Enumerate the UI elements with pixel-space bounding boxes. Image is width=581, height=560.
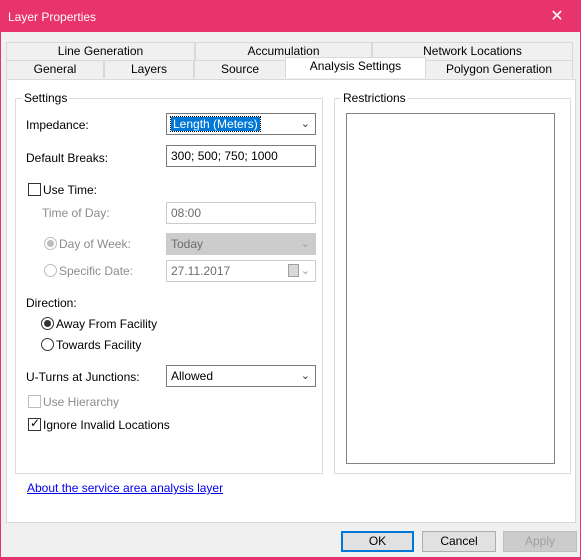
- uturns-label: U-Turns at Junctions:: [26, 370, 140, 384]
- time-of-day-input[interactable]: 08:00: [166, 202, 316, 224]
- use-hierarchy-label: Use Hierarchy: [43, 395, 120, 409]
- chevron-down-icon: ⌄: [300, 118, 310, 130]
- radio-dot: [44, 320, 51, 327]
- day-of-week-radio[interactable]: [44, 237, 57, 250]
- chevron-down-icon: ⌄: [300, 238, 310, 250]
- towards-facility-radio[interactable]: [41, 338, 54, 351]
- tab-source[interactable]: Source: [194, 60, 286, 78]
- specific-date-label: Specific Date:: [59, 264, 134, 278]
- away-from-facility-radio[interactable]: [41, 317, 54, 330]
- tab-polygon-generation[interactable]: Polygon Generation: [425, 60, 573, 78]
- layer-properties-window: Layer Properties ✕ Line Generation Accum…: [0, 0, 581, 560]
- chevron-down-icon[interactable]: ⌄: [301, 261, 310, 281]
- check-icon: ✓: [30, 416, 41, 430]
- restrictions-group-title: Restrictions: [341, 91, 408, 105]
- ok-button[interactable]: OK: [341, 531, 414, 552]
- specific-date-picker[interactable]: 27.11.2017 ⌄: [166, 260, 316, 282]
- close-icon[interactable]: ✕: [534, 1, 580, 32]
- default-breaks-input[interactable]: 300; 500; 750; 1000: [166, 145, 316, 167]
- analysis-settings-panel: Settings Impedance: Length (Meters) ⌄ De…: [6, 79, 576, 523]
- title-bar: Layer Properties ✕: [1, 1, 580, 32]
- tab-layers[interactable]: Layers: [104, 60, 194, 78]
- impedance-label: Impedance:: [26, 118, 89, 132]
- time-of-day-label: Time of Day:: [42, 206, 110, 220]
- help-link[interactable]: About the service area analysis layer: [27, 481, 223, 495]
- day-of-week-label: Day of Week:: [59, 237, 131, 251]
- default-breaks-label: Default Breaks:: [26, 151, 109, 165]
- away-from-facility-label: Away From Facility: [56, 317, 158, 331]
- ignore-invalid-label: Ignore Invalid Locations: [43, 418, 170, 432]
- use-time-label: Use Time:: [43, 183, 98, 197]
- apply-button[interactable]: Apply: [503, 531, 577, 552]
- uturns-dropdown[interactable]: Allowed ⌄: [166, 365, 316, 387]
- restrictions-list[interactable]: [346, 113, 555, 464]
- window-title: Layer Properties: [8, 10, 97, 24]
- use-time-checkbox[interactable]: [28, 183, 41, 196]
- day-of-week-dropdown[interactable]: Today ⌄: [166, 233, 316, 255]
- tab-line-generation[interactable]: Line Generation: [6, 42, 195, 60]
- tab-analysis-settings[interactable]: Analysis Settings: [285, 57, 426, 78]
- ignore-invalid-checkbox[interactable]: ✓: [28, 416, 41, 431]
- calendar-icon[interactable]: [288, 264, 299, 277]
- chevron-down-icon: ⌄: [300, 370, 310, 382]
- specific-date-radio[interactable]: [44, 264, 57, 277]
- towards-facility-label: Towards Facility: [56, 338, 142, 352]
- impedance-value: Length (Meters): [170, 116, 261, 132]
- day-of-week-value: Today: [171, 237, 204, 251]
- radio-dot: [47, 240, 54, 247]
- cancel-button[interactable]: Cancel: [422, 531, 496, 552]
- direction-label: Direction:: [26, 296, 77, 310]
- tab-general[interactable]: General: [6, 60, 104, 78]
- impedance-dropdown[interactable]: Length (Meters) ⌄: [166, 113, 316, 135]
- use-hierarchy-checkbox[interactable]: [28, 395, 41, 408]
- settings-group-title: Settings: [22, 91, 70, 105]
- uturns-value: Allowed: [171, 369, 214, 383]
- specific-date-value: 27.11.2017: [171, 264, 231, 278]
